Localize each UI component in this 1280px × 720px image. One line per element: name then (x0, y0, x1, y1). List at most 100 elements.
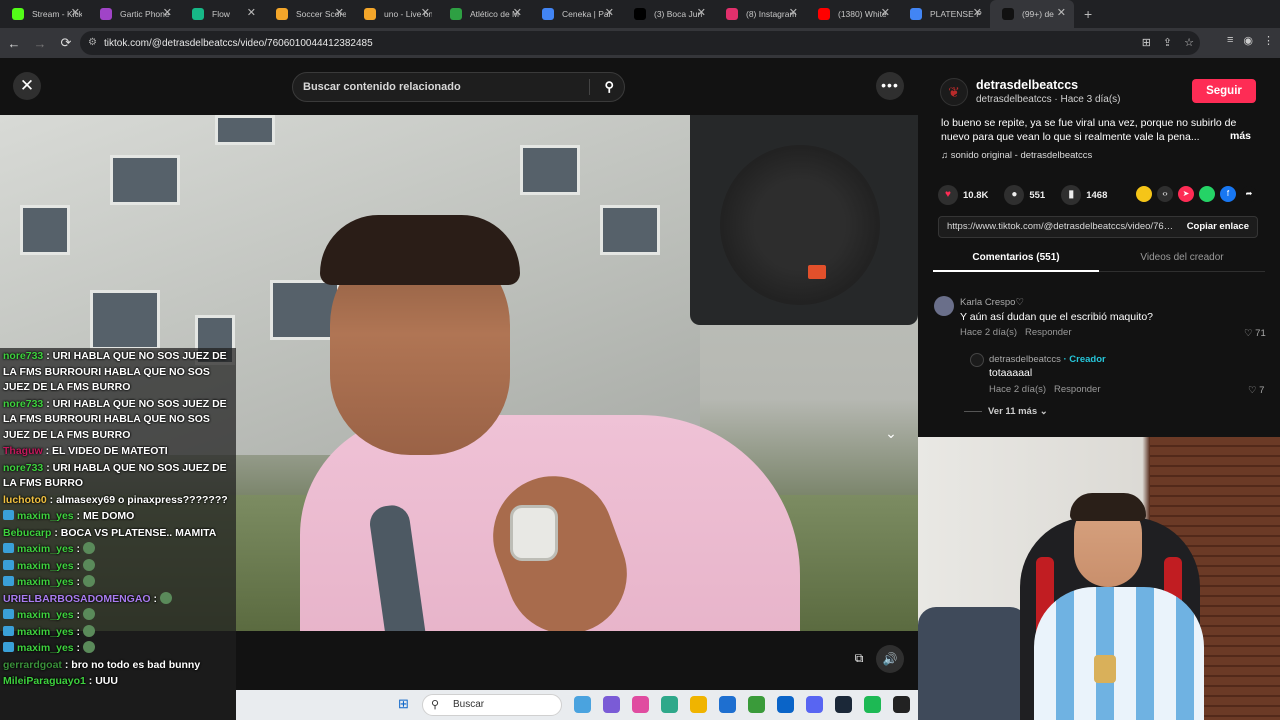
reload-icon[interactable]: ⟳ (54, 35, 78, 51)
reply-button[interactable]: Responder (1054, 384, 1100, 395)
tab-close-icon[interactable]: ✕ (881, 6, 890, 19)
taskbar-app-icon[interactable] (748, 696, 765, 713)
share-arrow-icon[interactable]: ➦ (1241, 186, 1257, 202)
forward-icon[interactable]: → (28, 36, 52, 51)
creator-avatar[interactable]: ❦ (940, 78, 968, 106)
browser-tab[interactable]: (99+) de ✕ (990, 0, 1074, 28)
chat-username[interactable]: maxim_yes (17, 560, 74, 572)
next-video-chevron-icon[interactable]: ⌄ (878, 420, 904, 446)
tab-close-icon[interactable]: ✕ (513, 6, 522, 19)
comment-like[interactable]: ♡ 71 (1244, 328, 1266, 339)
more-button[interactable]: más (1230, 130, 1251, 142)
taskbar-app-icon[interactable] (661, 696, 678, 713)
more-options-button[interactable]: ••• (876, 72, 904, 100)
install-icon[interactable]: ⇪ (1163, 36, 1172, 49)
taskbar-app-icon[interactable] (864, 696, 881, 713)
view-more-replies[interactable]: Ver 11 más ⌄ (964, 406, 1048, 417)
taskbar-app-icon[interactable] (835, 696, 852, 713)
browser-tab[interactable]: Flow ✕ (180, 0, 264, 28)
taskbar-app-icon[interactable] (690, 696, 707, 713)
reply-like[interactable]: ♡ 7 (1248, 385, 1264, 396)
send-icon[interactable]: ➤ (1178, 186, 1194, 202)
video-link[interactable]: https://www.tiktok.com/@detrasdelbeatccs… (947, 221, 1175, 232)
tab-close-icon[interactable]: ✕ (421, 6, 430, 19)
tab-close-icon[interactable]: ✕ (789, 6, 798, 19)
whatsapp-icon[interactable] (1199, 186, 1215, 202)
media-control-icon[interactable]: ≡ (1227, 34, 1233, 47)
sound-link[interactable]: ♫ sonido original - detrasdelbeatccs (941, 150, 1092, 161)
browser-tab[interactable]: (3) Boca Jun ✕ (622, 0, 714, 28)
tab-close-icon[interactable]: ✕ (973, 6, 982, 19)
chat-username[interactable]: maxim_yes (17, 576, 74, 588)
taskbar-app-icon[interactable] (574, 696, 591, 713)
picture-in-picture-icon[interactable]: ⧉ (848, 647, 870, 669)
search-icon[interactable]: ⚲ (604, 73, 614, 101)
browser-tab[interactable]: Stream - Kick ✕ (0, 0, 88, 28)
taskbar-search[interactable]: ⚲ Buscar (422, 694, 562, 716)
site-info-icon[interactable]: ⚙ (88, 37, 97, 48)
chat-username[interactable]: nore733 (3, 350, 43, 362)
chat-username[interactable]: maxim_yes (17, 626, 74, 638)
tab-close-icon[interactable]: ✕ (1057, 6, 1066, 19)
chat-username[interactable]: gerrardgoat (3, 659, 62, 671)
tab-close-icon[interactable]: ✕ (163, 6, 172, 19)
repost-icon[interactable] (1136, 186, 1152, 202)
tab-comments[interactable]: Comentarios (551) (933, 246, 1099, 272)
chat-username[interactable]: maxim_yes (17, 510, 74, 522)
creator-username[interactable]: detrasdelbeatccs (976, 78, 1078, 92)
tab-close-icon[interactable]: ✕ (605, 6, 614, 19)
volume-icon[interactable]: 🔊 (876, 645, 904, 673)
reply-button[interactable]: Responder (1025, 327, 1071, 338)
chat-username[interactable]: MileiParaguayo1 (3, 675, 86, 687)
taskbar-app-icon[interactable] (893, 696, 910, 713)
chat-username[interactable]: maxim_yes (17, 642, 74, 654)
tab-close-icon[interactable]: ✕ (71, 6, 80, 19)
browser-tab[interactable]: uno - Live on ✕ (352, 0, 438, 28)
windows-start-icon[interactable]: ⊞ (398, 697, 412, 711)
creator-reply-name[interactable]: detrasdelbeatccs · Creador (989, 354, 1106, 365)
tab-creator-videos[interactable]: Videos del creador (1099, 246, 1265, 272)
chat-username[interactable]: URIELBARBOSADOMENGAO (3, 593, 151, 605)
url-field[interactable]: ⚙ tiktok.com/@detrasdelbeatccs/video/760… (80, 31, 1200, 55)
browser-tab[interactable]: (8) Instagram ✕ (714, 0, 806, 28)
chat-username[interactable]: maxim_yes (17, 543, 74, 555)
embed-icon[interactable]: ‹› (1157, 186, 1173, 202)
related-search-input[interactable]: Buscar contenido relacionado ⚲ (292, 72, 625, 102)
commenter-avatar[interactable] (934, 296, 954, 316)
profile-icon[interactable]: ◉ (1243, 34, 1253, 47)
comment-button[interactable]: ● 551 (1004, 185, 1045, 205)
save-button[interactable]: ▮ 1468 (1061, 185, 1107, 205)
taskbar-app-icon[interactable] (632, 696, 649, 713)
browser-tab[interactable]: (1380) White ✕ (806, 0, 898, 28)
chat-username[interactable]: Thaguw (3, 445, 43, 457)
taskbar-app-icon[interactable] (719, 696, 736, 713)
translate-icon[interactable]: ⊞ (1142, 36, 1151, 49)
like-button[interactable]: ♥ 10.8K (938, 185, 988, 205)
browser-tab[interactable]: PLATENSE P ✕ (898, 0, 990, 28)
follow-button[interactable]: Seguir (1192, 79, 1256, 103)
chat-username[interactable]: Bebucarp (3, 527, 51, 539)
copy-link-button[interactable]: Copiar enlace (1187, 221, 1249, 232)
taskbar-app-icon[interactable] (603, 696, 620, 713)
bookmark-icon[interactable]: ☆ (1184, 36, 1194, 49)
back-icon[interactable]: ← (2, 36, 26, 51)
creator-reply-avatar[interactable] (970, 353, 984, 367)
tab-close-icon[interactable]: ✕ (247, 6, 256, 19)
browser-tab[interactable]: Atlético de M ✕ (438, 0, 530, 28)
browser-tab[interactable]: Gartic Phone ✕ (88, 0, 180, 28)
chat-username[interactable]: luchoto0 (3, 494, 47, 506)
commenter-name[interactable]: Karla Crespo♡ (960, 297, 1024, 308)
tab-close-icon[interactable]: ✕ (697, 6, 706, 19)
taskbar-app-icon[interactable] (806, 696, 823, 713)
chrome-menu-icon[interactable]: ⋮ (1263, 34, 1274, 47)
browser-tab[interactable]: Soccer Score ✕ (264, 0, 352, 28)
close-button[interactable]: ✕ (13, 72, 41, 100)
browser-tab[interactable]: Ceneka | Par ✕ (530, 0, 622, 28)
taskbar-app-icon[interactable] (777, 696, 794, 713)
tab-close-icon[interactable]: ✕ (335, 6, 344, 19)
chat-username[interactable]: nore733 (3, 398, 43, 410)
new-tab-button[interactable]: + (1084, 6, 1092, 22)
facebook-icon[interactable]: f (1220, 186, 1236, 202)
chat-username[interactable]: nore733 (3, 462, 43, 474)
chat-username[interactable]: maxim_yes (17, 609, 74, 621)
